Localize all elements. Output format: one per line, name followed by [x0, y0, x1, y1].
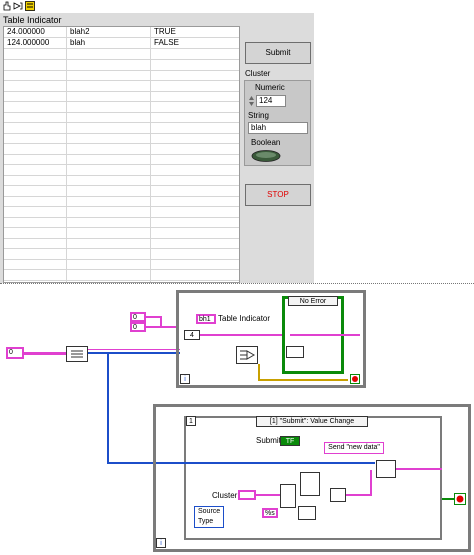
string-wire	[346, 494, 370, 496]
table-cell: 24.000000	[7, 27, 45, 36]
table-row[interactable]	[4, 60, 239, 71]
stop-button[interactable]: STOP	[245, 184, 311, 206]
numeric-label: Numeric	[255, 83, 285, 92]
error-wire	[258, 379, 348, 381]
table-row[interactable]	[4, 259, 239, 270]
refnum-wire	[107, 462, 159, 464]
vi-icon[interactable]	[25, 1, 35, 11]
table-cell: blah	[70, 38, 86, 47]
build-array-node[interactable]	[66, 346, 88, 362]
string-wire	[160, 316, 162, 328]
table-cell: blah2	[70, 27, 90, 36]
case-selector-label[interactable]: No Error	[288, 296, 338, 306]
source-label: Source	[198, 508, 221, 515]
event-case-index: 1	[186, 416, 196, 426]
error-wire	[258, 364, 260, 380]
array-constant[interactable]: 0	[130, 312, 146, 322]
string-wire	[200, 334, 282, 336]
table-row[interactable]	[4, 81, 239, 92]
table-row[interactable]	[4, 270, 239, 281]
format-into-string-node[interactable]	[300, 472, 320, 496]
hand-pointer-icon[interactable]	[1, 1, 11, 11]
string-wire	[146, 316, 160, 318]
table-row[interactable]	[4, 165, 239, 176]
stop-condition-icon[interactable]	[350, 374, 360, 384]
table-row[interactable]	[4, 196, 239, 207]
table-indicator-terminal-label: Table Indicator	[218, 314, 271, 323]
unbundle-node[interactable]	[280, 484, 296, 508]
table-row[interactable]	[4, 49, 239, 60]
table-cell: FALSE	[154, 38, 179, 47]
cluster-control: Numeric 124 String blah Boolean	[244, 80, 311, 166]
bundle-by-name-node[interactable]	[236, 346, 258, 364]
enqueue-node[interactable]	[376, 460, 396, 478]
table-row[interactable]	[4, 238, 239, 249]
submit-terminal-label: Submit	[256, 436, 281, 445]
numeric-field[interactable]: 124	[256, 95, 286, 107]
table-row[interactable]	[4, 175, 239, 186]
table-indicator-caption: Table Indicator	[3, 15, 62, 25]
table-row[interactable]	[4, 91, 239, 102]
boolean-wire	[442, 498, 454, 500]
iteration-terminal: i	[156, 538, 166, 548]
array-constant[interactable]: 0	[6, 347, 24, 359]
format-string-constant[interactable]: %s	[262, 508, 278, 518]
cluster-caption: Cluster	[245, 69, 271, 78]
iteration-terminal: i	[180, 374, 190, 384]
string-constant[interactable]: Send "new data"	[324, 442, 384, 454]
toolbar	[0, 0, 474, 13]
array-constant[interactable]: 0	[130, 322, 146, 332]
table-row[interactable]	[4, 228, 239, 239]
table-row[interactable]	[4, 144, 239, 155]
table-row[interactable]	[4, 123, 239, 134]
table-row[interactable]	[4, 186, 239, 197]
table-row[interactable]: 24.000000 blah2 TRUE	[4, 27, 239, 38]
string-wire	[290, 334, 360, 336]
table-row[interactable]	[4, 102, 239, 113]
string-field[interactable]: blah	[248, 122, 308, 134]
table-row[interactable]	[4, 154, 239, 165]
panel-divider	[0, 283, 474, 284]
string-wire	[88, 349, 180, 350]
table-row[interactable]	[4, 207, 239, 218]
loop-count-constant[interactable]: 4	[184, 330, 200, 340]
table-row[interactable]	[4, 249, 239, 260]
stop-condition-icon[interactable]	[454, 493, 466, 505]
string-label: String	[248, 111, 269, 120]
table-row[interactable]	[4, 217, 239, 228]
table-row[interactable]	[4, 70, 239, 81]
string-wire	[370, 470, 372, 496]
table-row[interactable]: 124.000000 blah FALSE	[4, 38, 239, 49]
table-indicator[interactable]: 24.000000 blah2 TRUE 124.000000 blah FAL…	[3, 26, 240, 283]
table-cell: 124.000000	[7, 38, 50, 47]
table-cell: TRUE	[154, 27, 176, 36]
run-arrow-icon[interactable]	[13, 1, 23, 11]
build-array-node[interactable]	[330, 488, 346, 502]
cluster-terminal-label: Cluster	[212, 491, 238, 500]
table-row[interactable]	[4, 112, 239, 123]
submit-boolean-terminal[interactable]: TF	[280, 436, 300, 446]
string-array-constant[interactable]: bh1	[196, 314, 216, 324]
refnum-wire	[107, 352, 109, 462]
event-case-selector[interactable]: [1] "Submit": Value Change	[256, 416, 368, 427]
boolean-led-toggle[interactable]	[251, 150, 281, 162]
event-data-node[interactable]: Source Type	[194, 506, 224, 528]
cluster-terminal[interactable]	[238, 490, 256, 500]
type-label: Type	[198, 518, 214, 525]
refnum-wire	[159, 462, 375, 464]
boolean-label: Boolean	[251, 138, 281, 147]
insert-into-array-node[interactable]	[286, 346, 304, 358]
string-wire	[396, 468, 442, 470]
concatenate-node[interactable]	[298, 506, 316, 520]
string-wire	[24, 352, 66, 355]
refnum-wire	[88, 352, 180, 354]
numeric-increment-icon[interactable]	[248, 95, 255, 107]
submit-button[interactable]: Submit	[245, 42, 311, 64]
string-wire	[256, 494, 280, 496]
table-row[interactable]	[4, 133, 239, 144]
